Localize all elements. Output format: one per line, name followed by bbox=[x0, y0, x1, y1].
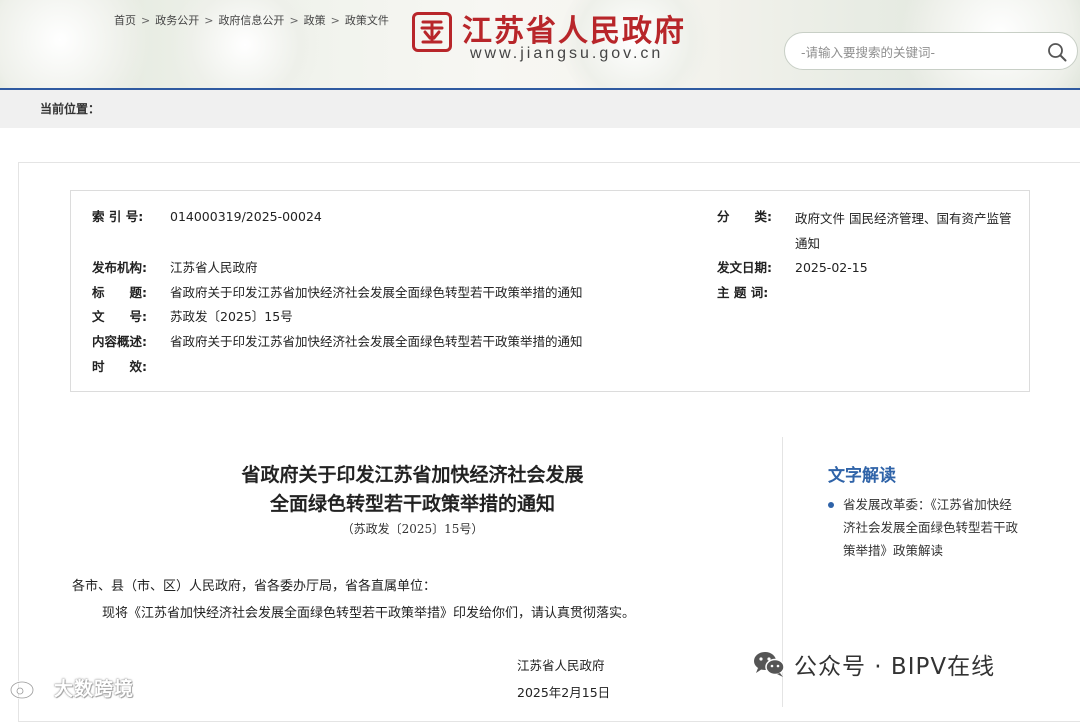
meta-row-category: 分 类: bbox=[717, 204, 795, 229]
weibo-icon bbox=[9, 674, 49, 700]
article-title: 省政府关于印发江苏省加快经济社会发展 全面绿色转型若干政策举措的通知 bbox=[140, 461, 685, 519]
breadcrumb-policy-docs[interactable]: 政策文件 bbox=[345, 14, 389, 27]
meta-summary-value: 省政府关于印发江苏省加快经济社会发展全面绿色转型若干政策举措的通知 bbox=[170, 334, 583, 349]
sidebar-heading: 文字解读 bbox=[828, 466, 896, 486]
meta-docno-label: 文 号: bbox=[92, 309, 147, 324]
meta-row-validity: 时 效: bbox=[92, 354, 170, 379]
meta-validity-label: 时 效: bbox=[92, 359, 147, 374]
breadcrumb-gov-affairs[interactable]: 政务公开 bbox=[155, 14, 199, 27]
meta-row-docno: 文 号: 苏政发〔2025〕15号 bbox=[92, 304, 293, 329]
site-url: www.jiangsu.gov.cn bbox=[470, 45, 664, 62]
meta-title-label: 标 题: bbox=[92, 285, 147, 300]
meta-row-summary: 内容概述: 省政府关于印发江苏省加快经济社会发展全面绿色转型若干政策举措的通知 bbox=[92, 329, 583, 354]
search-input[interactable] bbox=[799, 42, 1033, 62]
breadcrumb-lead: 当前位置： bbox=[40, 102, 101, 116]
article-signature-date: 2025年2月15日 bbox=[517, 685, 611, 700]
meta-index-label: 索 引 号: bbox=[92, 209, 144, 224]
meta-issuer-label: 发布机构: bbox=[92, 260, 147, 275]
article-greeting: 各市、县（市、区）人民政府，省各委办厅局，省各直属单位： bbox=[72, 579, 437, 594]
meta-issuer-value: 江苏省人民政府 bbox=[170, 260, 258, 275]
breadcrumb-info-disclosure[interactable]: 政府信息公开 bbox=[218, 14, 284, 27]
meta-keywords-label: 主 题 词: bbox=[717, 285, 769, 300]
wechat-icon bbox=[754, 652, 785, 677]
bullet-icon bbox=[828, 502, 834, 508]
meta-row-title: 标 题: 省政府关于印发江苏省加快经济社会发展全面绿色转型若干政策举措的通知 bbox=[92, 280, 583, 305]
article-body: 现将《江苏省加快经济社会发展全面绿色转型若干政策举措》印发给你们，请认真贯彻落实… bbox=[102, 606, 636, 621]
meta-title-value: 省政府关于印发江苏省加快经济社会发展全面绿色转型若干政策举措的通知 bbox=[170, 285, 583, 300]
meta-row-index: 索 引 号: 014000319/2025-00024 bbox=[92, 204, 322, 229]
meta-row-issuer: 发布机构: 江苏省人民政府 bbox=[92, 255, 258, 280]
search-box bbox=[784, 32, 1078, 70]
meta-date-label: 发文日期: bbox=[717, 260, 772, 275]
site-title[interactable]: 江苏省人民政府 bbox=[462, 6, 686, 50]
article-title-line-1: 省政府关于印发江苏省加快经济社会发展 bbox=[241, 464, 584, 486]
breadcrumb-separator: > bbox=[330, 14, 340, 27]
breadcrumb-trail: 首页 > 政务公开 > 政府信息公开 > 政策 > 政策文件 bbox=[114, 12, 389, 28]
breadcrumb-policy[interactable]: 政策 bbox=[304, 14, 326, 27]
meta-category-value: 政府文件 国民经济管理、国有资产监管 通知 bbox=[795, 211, 1012, 251]
search-icon[interactable] bbox=[1047, 42, 1067, 62]
meta-docno-value: 苏政发〔2025〕15号 bbox=[170, 309, 293, 324]
jiangsu-emblem-icon[interactable] bbox=[412, 12, 452, 52]
weibo-watermark-text: 大数跨境 bbox=[54, 677, 135, 700]
weibo-watermark: 大数跨境 bbox=[8, 672, 134, 702]
article-signature-org: 江苏省人民政府 bbox=[517, 658, 605, 673]
breadcrumb-home[interactable]: 首页 bbox=[114, 14, 136, 27]
wechat-watermark: 公众号 · BIPV在线 bbox=[752, 646, 995, 682]
article-doc-number: （苏政发〔2025〕15号） bbox=[341, 522, 484, 536]
breadcrumb-separator: > bbox=[204, 14, 214, 27]
meta-summary-label: 内容概述: bbox=[92, 334, 147, 349]
breadcrumb: 当前位置： bbox=[0, 90, 1080, 128]
meta-index-value: 014000319/2025-00024 bbox=[170, 209, 322, 224]
article-title-line-2: 全面绿色转型若干政策举措的通知 bbox=[269, 493, 555, 515]
meta-category-label: 分 类: bbox=[717, 209, 772, 224]
wechat-watermark-text: 公众号 · BIPV在线 bbox=[794, 654, 996, 680]
breadcrumb-separator: > bbox=[289, 14, 299, 27]
meta-date-value: 2025-02-15 bbox=[795, 260, 868, 275]
meta-row-keywords: 主 题 词: bbox=[717, 280, 795, 305]
breadcrumb-separator: > bbox=[141, 14, 151, 27]
meta-row-date: 发文日期: 2025-02-15 bbox=[717, 255, 868, 280]
sidebar-interpretation-link[interactable]: 省发展改革委：《江苏省加快经济社会发展全面绿色转型若干政策举措》政策解读 bbox=[843, 493, 1023, 562]
